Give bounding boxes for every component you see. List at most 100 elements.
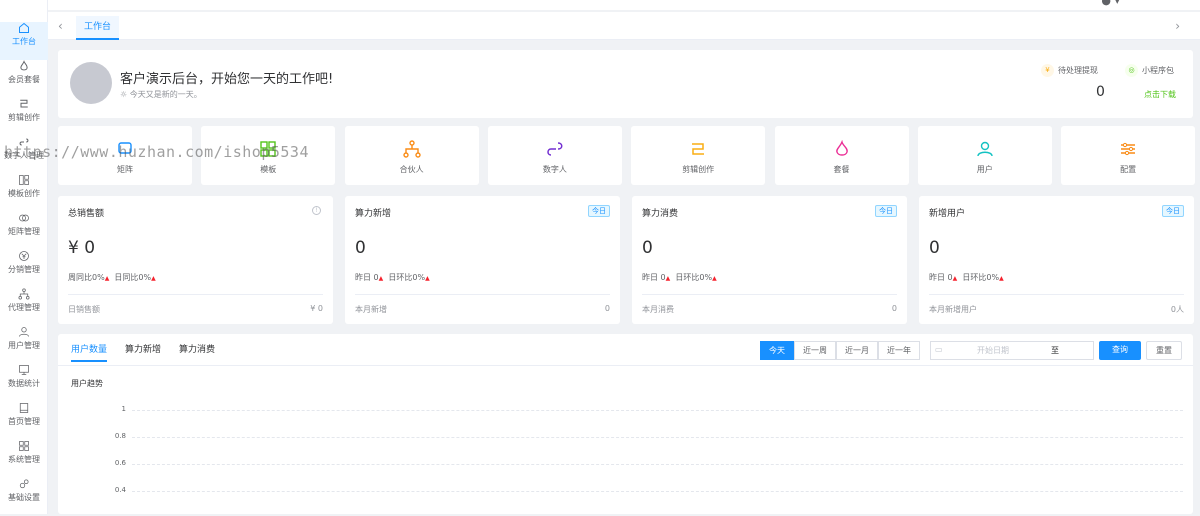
quick-link-3[interactable]: 数字人 — [487, 126, 622, 185]
sidebar-item-11[interactable]: 系统管理 — [0, 440, 48, 478]
metric-card-1: 算力新增 今日 0 昨日 0▲ 日环比0%▲ 本月新增 0 — [345, 196, 620, 324]
range-year-button[interactable]: 近一年 — [878, 341, 920, 360]
compare-2: 日环比0% — [675, 273, 713, 282]
tab-workbench[interactable]: 工作台 — [76, 16, 120, 40]
metric-value: 0 — [929, 238, 940, 258]
date-start-input[interactable]: 开始日期 — [977, 345, 1009, 356]
reset-button[interactable]: 重置 — [1146, 341, 1182, 360]
tabs-bar: ‹ 工作台 › — [48, 12, 1200, 40]
metric-card-2: 算力消费 今日 0 昨日 0▲ 日环比0%▲ 本月消费 0 — [632, 196, 907, 324]
quick-link-2[interactable]: 合伙人 — [344, 126, 479, 185]
stats-icon — [19, 365, 29, 375]
sidebar-item-2[interactable]: 剪辑创作 — [0, 98, 48, 136]
quick-link-6[interactable]: 用户 — [917, 126, 1052, 185]
home-icon — [19, 22, 29, 33]
chart-tab-user-count[interactable]: 用户数量 — [71, 342, 108, 362]
matrix-icon — [19, 214, 29, 222]
sidebar-item-label: 会员套餐 — [8, 75, 40, 84]
sidebar-item-1[interactable]: 会员套餐 — [0, 60, 48, 98]
pending-value: 0 — [1096, 84, 1105, 100]
tabs-right-arrow-icon[interactable]: › — [1175, 19, 1180, 33]
page-icon — [19, 403, 29, 413]
date-range-picker[interactable]: ▭ 开始日期 至 — [930, 341, 1094, 360]
up-arrow-icon: ▲ — [425, 275, 430, 282]
compare-2: 日同比0% — [114, 273, 152, 282]
compare-1: 昨日 0 — [929, 273, 953, 282]
today-badge: 今日 — [588, 205, 610, 217]
quick-link-label: 数字人 — [542, 165, 567, 174]
compare-2: 日环比0% — [388, 273, 426, 282]
query-button[interactable]: 查询 — [1099, 341, 1141, 360]
gears-icon — [19, 479, 29, 489]
up-arrow-icon: ▲ — [378, 275, 384, 282]
footer-label: 本月消费 — [642, 305, 674, 314]
metric-footer: 本月新增 0 — [355, 294, 610, 315]
greeting-sub: ☼ 今天又是新的一天。 — [120, 89, 202, 100]
miniapp-package: ◎ 小程序包 — [1125, 64, 1174, 77]
y-tick-label: 0.6 — [114, 459, 126, 467]
sidebar-item-label: 代理管理 — [8, 303, 40, 312]
chart-tab-compute-use[interactable]: 算力消费 — [179, 342, 215, 355]
metric-title: 算力消费 — [642, 209, 679, 219]
sidebar-item-12[interactable]: 基础设置 — [0, 478, 48, 516]
sidebar-item-7[interactable]: 代理管理 — [0, 288, 48, 326]
sidebar-item-0[interactable]: 工作台 — [0, 22, 48, 60]
sidebar-item-label: 基础设置 — [8, 493, 40, 502]
pending-label: 待处理提现 — [1058, 66, 1098, 75]
quick-link-label: 用户 — [976, 165, 993, 174]
miniapp-icon: ◎ — [1125, 64, 1138, 77]
sidebar-item-label: 数据统计 — [8, 379, 40, 388]
metric-value: ¥ 0 — [68, 238, 96, 258]
package-icon — [835, 140, 848, 156]
template-icon — [19, 175, 29, 185]
miniapp-label: 小程序包 — [1142, 66, 1174, 75]
sidebar-item-label: 剪辑创作 — [8, 113, 40, 122]
quick-link-label: 模板 — [260, 165, 277, 174]
sidebar-item-label: 工作台 — [12, 37, 36, 46]
chart-tab-compute-add[interactable]: 算力新增 — [125, 342, 161, 355]
digital-human-icon — [547, 142, 563, 156]
yen-icon — [19, 251, 29, 261]
metric-card-3: 新增用户 今日 0 昨日 0▲ 日环比0%▲ 本月新增用户 0人 — [919, 196, 1194, 324]
quick-link-5[interactable]: 套餐 — [774, 126, 909, 185]
metric-compare: 昨日 0▲ 日环比0%▲ — [929, 272, 1004, 283]
sidebar-item-10[interactable]: 首页管理 — [0, 402, 48, 440]
sidebar-item-label: 首页管理 — [8, 417, 40, 426]
quick-link-label: 剪辑创作 — [682, 165, 715, 174]
range-today-button[interactable]: 今天 — [760, 341, 794, 360]
tabs-left-arrow-icon[interactable]: ‹ — [58, 19, 63, 33]
y-tick-label: 1 — [121, 405, 126, 413]
flame-icon — [20, 60, 28, 71]
miniapp-download-link[interactable]: 点击下载 — [1144, 89, 1176, 100]
quick-link-4[interactable]: 剪辑创作 — [631, 126, 766, 185]
sidebar-item-label: 用户管理 — [8, 341, 40, 350]
chart-panel: 用户数量 算力新增 算力消费 今天 近一周 近一月 近一年 ▭ 开始日期 至 查… — [58, 334, 1193, 514]
sidebar-item-label: 分销管理 — [8, 265, 40, 274]
sidebar-item-4[interactable]: 模板创作 — [0, 174, 48, 212]
range-week-button[interactable]: 近一周 — [794, 341, 836, 360]
metric-title: 新增用户 — [929, 209, 966, 219]
avatar — [70, 62, 112, 104]
quick-link-label: 套餐 — [833, 165, 850, 174]
info-icon[interactable]: ! — [312, 206, 321, 215]
compare-2: 日环比0% — [962, 273, 1000, 282]
metric-value: 0 — [642, 238, 653, 258]
pending-withdraw[interactable]: ¥ 待处理提现 — [1041, 64, 1098, 77]
sidebar-item-9[interactable]: 数据统计 — [0, 364, 48, 402]
quick-link-7[interactable]: 配置 — [1061, 126, 1196, 185]
sidebar-item-6[interactable]: 分销管理 — [0, 250, 48, 288]
today-badge: 今日 — [875, 205, 897, 217]
quick-link-label: 配置 — [1120, 165, 1137, 174]
sidebar-item-8[interactable]: 用户管理 — [0, 326, 48, 364]
metric-title: 总销售额 — [68, 209, 105, 219]
sidebar-item-5[interactable]: 矩阵管理 — [0, 212, 48, 250]
org-icon — [18, 288, 30, 300]
range-month-button[interactable]: 近一月 — [836, 341, 878, 360]
date-separator: 至 — [1051, 346, 1059, 355]
chart-title: 用户趋势 — [71, 379, 103, 388]
quick-link-label: 合伙人 — [399, 165, 424, 174]
quick-link-label: 矩阵 — [117, 165, 133, 174]
header-user-area[interactable]: ● ▾ — [1101, 0, 1120, 7]
yen-icon: ¥ — [1041, 64, 1054, 77]
y-tick-label: 0.4 — [114, 486, 126, 494]
